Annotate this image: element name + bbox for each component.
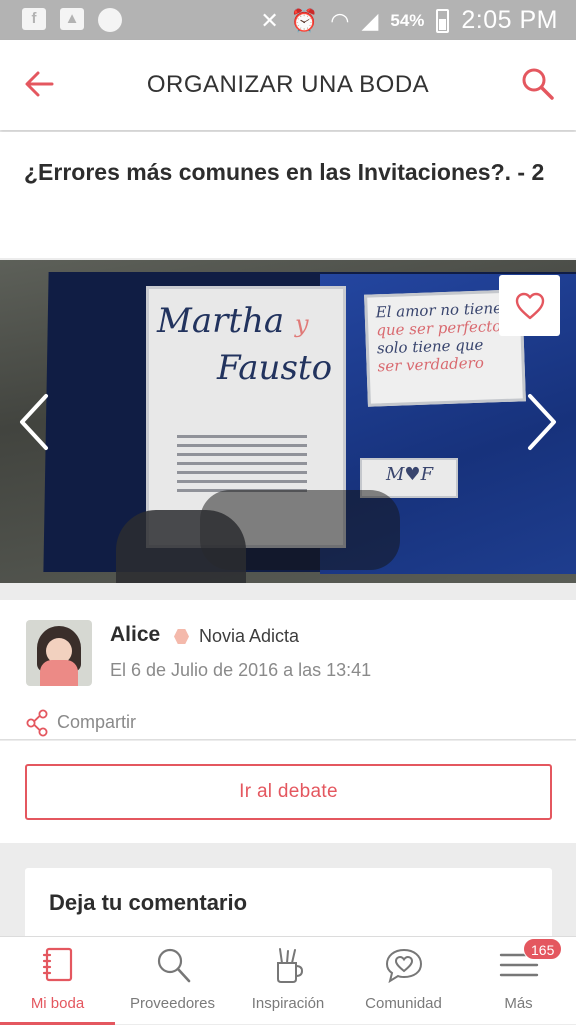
comment-heading: Deja tu comentario <box>49 890 248 915</box>
image-icon: ▲ <box>60 8 84 30</box>
share-button[interactable]: Compartir <box>57 712 136 733</box>
facebook-icon: f <box>22 8 46 30</box>
photo-invitation-text <box>177 429 307 498</box>
photo-ampersand: y <box>294 310 309 338</box>
debate-section: Ir al debate <box>0 741 576 843</box>
app-header: ORGANIZAR UNA BODA <box>0 40 576 130</box>
photo-names: Martha y Fausto <box>157 299 337 390</box>
nav-item-mi-boda[interactable]: Mi boda <box>0 937 115 1025</box>
divider <box>0 739 576 740</box>
nav-label: Más <box>504 995 533 1012</box>
post-title: ¿Errores más comunes en las Invitaciones… <box>24 159 545 185</box>
notification-count-badge: 165 <box>523 938 563 960</box>
go-to-debate-button[interactable]: Ir al debate <box>25 764 552 820</box>
photo-name-2: Fausto <box>217 348 333 388</box>
alarm-icon: ⏰ <box>290 7 319 33</box>
status-bar: f ▲ ✕ ⏰ ◠ ◢ 54% 2:05 PM <box>0 0 576 40</box>
author-card: Alice Novia Adicta El 6 de Julio de 2016… <box>0 600 576 740</box>
accessibility-icon <box>98 8 122 32</box>
nav-label: Mi boda <box>30 995 85 1012</box>
nav-label: Inspiración <box>251 995 325 1012</box>
chat-heart-icon <box>385 948 422 984</box>
mute-icon: ✕ <box>260 7 279 33</box>
battery-icon <box>436 8 450 33</box>
signal-icon: ◢ <box>361 7 379 33</box>
carousel-next-icon[interactable] <box>522 392 562 452</box>
bottom-nav: Mi boda Proveedores Inspiración Comunida… <box>0 936 576 1025</box>
wifi-icon: ◠ <box>330 7 350 33</box>
back-arrow-icon[interactable] <box>22 66 58 102</box>
heart-icon <box>515 292 544 319</box>
nav-item-proveedores[interactable]: Proveedores <box>115 937 230 1025</box>
post-date: El 6 de Julio de 2016 a las 13:41 <box>110 660 372 680</box>
pencil-cup-icon <box>277 948 304 983</box>
notification-icons: f ▲ <box>22 8 122 32</box>
notebook-icon <box>42 947 72 982</box>
system-icons: ✕ ⏰ ◠ ◢ 54% 2:05 PM <box>260 6 558 35</box>
photo-hand <box>116 510 246 583</box>
page-title: ORGANIZAR UNA BODA <box>146 71 430 98</box>
battery-percent: 54% <box>390 10 425 30</box>
author-name[interactable]: Alice <box>110 623 160 647</box>
post-title-card: ¿Errores más comunes en las Invitaciones… <box>0 132 576 258</box>
photo-name-1: Martha <box>157 301 285 341</box>
nav-label: Comunidad <box>365 995 442 1012</box>
search-icon <box>157 948 190 983</box>
share-icon[interactable] <box>26 709 50 737</box>
nav-label: Proveedores <box>129 995 216 1012</box>
author-rank: Novia Adicta <box>199 626 300 646</box>
favorite-button[interactable] <box>499 275 560 336</box>
carousel-prev-icon[interactable] <box>14 392 54 452</box>
nav-item-inspiracion[interactable]: Inspiración <box>230 937 346 1025</box>
rank-badge-icon <box>174 629 189 644</box>
nav-item-comunidad[interactable]: Comunidad <box>346 937 461 1025</box>
clock: 2:05 PM <box>461 6 558 34</box>
photo-carousel[interactable]: Martha y Fausto El amor no tiene que ser… <box>0 260 576 583</box>
search-icon[interactable] <box>520 66 556 102</box>
avatar[interactable] <box>26 620 92 686</box>
photo-quote-line: ser verdadero <box>377 353 485 376</box>
